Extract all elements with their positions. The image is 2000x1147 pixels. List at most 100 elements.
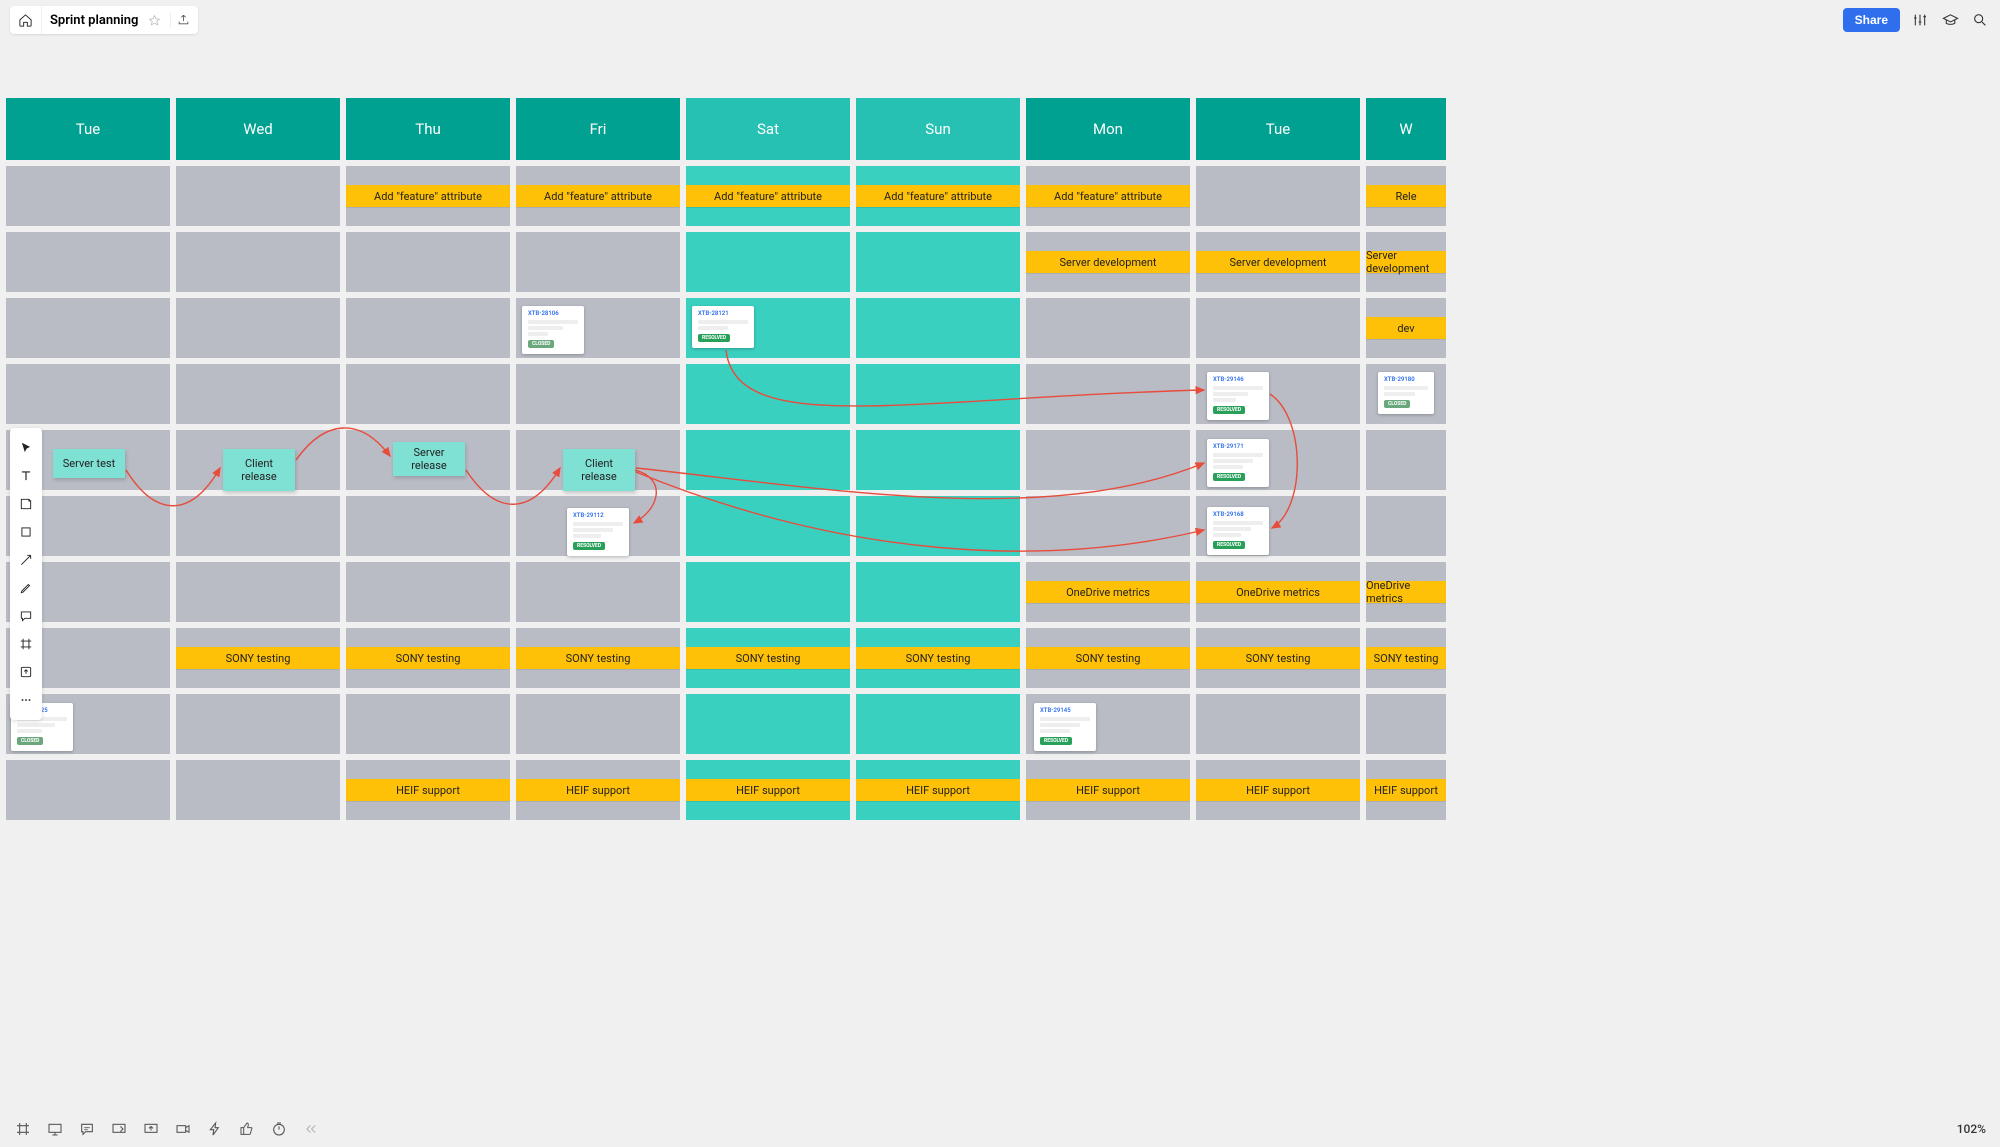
home-button[interactable] [10,6,42,34]
grid-cell[interactable] [176,760,340,820]
bottom-frames[interactable] [14,1120,32,1138]
grid-cell[interactable]: SONY testing [516,628,680,688]
task-bar[interactable]: HEIF support [1026,779,1190,801]
task-bar[interactable]: HEIF support [686,779,850,801]
grid-cell[interactable] [176,496,340,556]
grid-cell[interactable] [346,496,510,556]
tool-frame[interactable] [10,630,42,658]
grid-cell[interactable]: dev [1366,298,1446,358]
task-bar[interactable]: dev [1366,317,1446,339]
task-bar[interactable]: Add "feature" attribute [1026,185,1190,207]
task-bar[interactable]: SONY testing [686,647,850,669]
task-bar[interactable]: OneDrive metrics [1366,581,1446,603]
grid-cell[interactable]: SONY testing [346,628,510,688]
bottom-chat[interactable] [78,1120,96,1138]
grid-cell[interactable] [6,298,170,358]
grid-cell[interactable] [856,496,1020,556]
task-bar[interactable]: Add "feature" attribute [856,185,1020,207]
grid-cell[interactable] [1026,496,1190,556]
task-bar[interactable]: HEIF support [1196,779,1360,801]
grid-cell[interactable] [686,232,850,292]
grid-cell[interactable] [6,760,170,820]
grid-cell[interactable]: Server development [1196,232,1360,292]
grid-cell[interactable]: Add "feature" attribute [1026,166,1190,226]
sticky-server-release[interactable]: Server release [393,442,465,476]
search-button[interactable] [1970,12,1990,28]
task-bar[interactable]: OneDrive metrics [1026,581,1190,603]
share-button[interactable]: Share [1843,8,1900,32]
grid-cell[interactable] [1026,430,1190,490]
card-sat-1[interactable]: XTB-28121RESOLVED [692,306,754,348]
task-bar[interactable]: HEIF support [346,779,510,801]
zoom-level[interactable]: 102% [1957,1122,1986,1136]
grid-cell[interactable] [346,298,510,358]
grid-cell[interactable] [686,430,850,490]
grid-cell[interactable]: SONY testing [176,628,340,688]
card-wed2-1[interactable]: XTB-29180CLOSED [1378,372,1434,414]
grid-cell[interactable] [176,232,340,292]
grid-cell[interactable]: Add "feature" attribute [346,166,510,226]
grid-cell[interactable] [686,364,850,424]
task-bar[interactable]: HEIF support [1366,779,1446,801]
card-tue2-2[interactable]: XTB-29171RESOLVED [1207,439,1269,487]
grid-cell[interactable] [6,364,170,424]
sticky-client-release-2[interactable]: Client release [563,449,635,491]
card-fri-2[interactable]: XTB-29112RESOLVED [567,508,629,556]
board-title-wrap[interactable]: Sprint planning [42,13,198,28]
grid-cell[interactable]: HEIF support [516,760,680,820]
tool-sticky[interactable] [10,490,42,518]
grid-cell[interactable]: Add "feature" attribute [856,166,1020,226]
grid-cell[interactable]: SONY testing [1026,628,1190,688]
task-bar[interactable]: SONY testing [516,647,680,669]
learn-button[interactable] [1940,12,1960,29]
grid-cell[interactable] [176,364,340,424]
tool-arrow[interactable] [10,546,42,574]
grid-cell[interactable]: OneDrive metrics [1196,562,1360,622]
grid-cell[interactable] [856,694,1020,754]
task-bar[interactable]: Server development [1026,251,1190,273]
grid-cell[interactable] [1026,298,1190,358]
grid-cell[interactable] [686,496,850,556]
grid-cell[interactable]: HEIF support [1196,760,1360,820]
grid-cell[interactable]: HEIF support [346,760,510,820]
grid-cell[interactable] [516,562,680,622]
grid-cell[interactable]: HEIF support [1026,760,1190,820]
bottom-video[interactable] [174,1120,192,1138]
grid-cell[interactable]: SONY testing [686,628,850,688]
grid-cell[interactable] [1196,166,1360,226]
task-bar[interactable]: Add "feature" attribute [686,185,850,207]
tool-upload[interactable] [10,658,42,686]
tool-pen[interactable] [10,574,42,602]
tool-select[interactable] [10,434,42,462]
task-bar[interactable]: Server development [1196,251,1360,273]
grid-cell[interactable] [856,562,1020,622]
grid-cell[interactable] [1366,496,1446,556]
card-fri-1[interactable]: XTB-28106CLOSED [522,306,584,354]
grid-cell[interactable] [1366,430,1446,490]
grid-cell[interactable] [516,364,680,424]
grid-cell[interactable] [176,166,340,226]
grid-cell[interactable] [346,562,510,622]
bottom-activity[interactable] [206,1120,224,1138]
bottom-collapse[interactable] [302,1120,320,1138]
grid-cell[interactable]: Server development [1026,232,1190,292]
tool-more[interactable] [10,686,42,714]
grid-cell[interactable] [346,232,510,292]
grid-cell[interactable] [516,694,680,754]
grid-cell[interactable] [856,298,1020,358]
grid-cell[interactable] [176,298,340,358]
grid-cell[interactable] [856,232,1020,292]
grid-cell[interactable]: SONY testing [856,628,1020,688]
grid-cell[interactable] [686,694,850,754]
task-bar[interactable]: SONY testing [1366,647,1446,669]
task-bar[interactable]: Add "feature" attribute [346,185,510,207]
bottom-timer[interactable] [270,1120,288,1138]
grid-cell[interactable] [686,562,850,622]
grid-cell[interactable]: SONY testing [1196,628,1360,688]
card-tue2-1[interactable]: XTB-29146RESOLVED [1207,372,1269,420]
task-bar[interactable]: Rele [1366,185,1446,207]
grid-cell[interactable]: HEIF support [1366,760,1446,820]
settings-button[interactable] [1910,12,1930,28]
task-bar[interactable]: SONY testing [1196,647,1360,669]
task-bar[interactable]: OneDrive metrics [1196,581,1360,603]
